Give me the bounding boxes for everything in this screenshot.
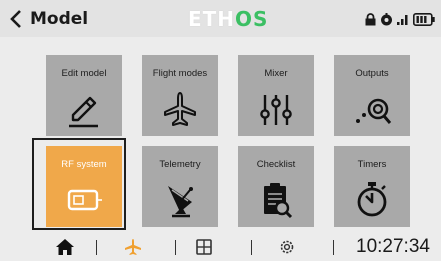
pencil-icon (69, 96, 98, 128)
ethos-logo: ETH OS (188, 7, 268, 31)
home-icon[interactable] (55, 237, 75, 257)
tile-telemetry[interactable]: Telemetry (142, 146, 218, 227)
airplane-icon (164, 92, 196, 126)
nav-separator (96, 240, 97, 255)
checklist-icon (264, 183, 293, 219)
clock-time: 10:27:34 (356, 236, 430, 257)
tile-timers[interactable]: Timers (334, 146, 410, 227)
airplane-icon[interactable] (123, 237, 143, 257)
lock-icon (365, 12, 376, 25)
logo-text-os: OS (235, 7, 269, 31)
tile-label: Outputs (355, 68, 389, 79)
back-button[interactable]: Model (5, 6, 88, 32)
nav-separator (333, 240, 334, 255)
logo-text-eth: ETH (188, 7, 236, 31)
nav-separator (251, 240, 252, 255)
page-title: Model (30, 9, 89, 29)
chevron-left-icon (10, 10, 21, 28)
tile-edit-model[interactable]: Edit model (46, 55, 122, 136)
selection-highlight (32, 138, 126, 230)
battery-icon (413, 12, 435, 26)
tile-label: Checklist (256, 159, 296, 170)
tile-label: Flight modes (152, 68, 208, 79)
settings-gear-icon[interactable] (277, 237, 297, 257)
satellite-dish-icon (168, 186, 193, 218)
signal-strength-icon (397, 15, 408, 25)
outputs-curve-icon (356, 98, 392, 124)
mixer-sliders-icon (260, 95, 292, 125)
tile-label: Telemetry (159, 159, 201, 170)
status-icons (365, 9, 435, 29)
tile-checklist[interactable]: Checklist (238, 146, 314, 227)
screens-icon[interactable] (194, 237, 214, 257)
tile-label: Mixer (264, 68, 288, 79)
stopwatch-icon (357, 182, 387, 217)
top-bar: Model ETH OS (0, 0, 441, 37)
rf-power-icon (381, 12, 392, 25)
nav-separator (175, 240, 176, 255)
tile-outputs[interactable]: Outputs (334, 55, 410, 136)
tile-flight-modes[interactable]: Flight modes (142, 55, 218, 136)
tile-label: Timers (357, 159, 387, 170)
tile-label: Edit model (61, 68, 107, 79)
bottom-nav-bar: 10:27:34 (0, 234, 441, 261)
tile-mixer[interactable]: Mixer (238, 55, 314, 136)
